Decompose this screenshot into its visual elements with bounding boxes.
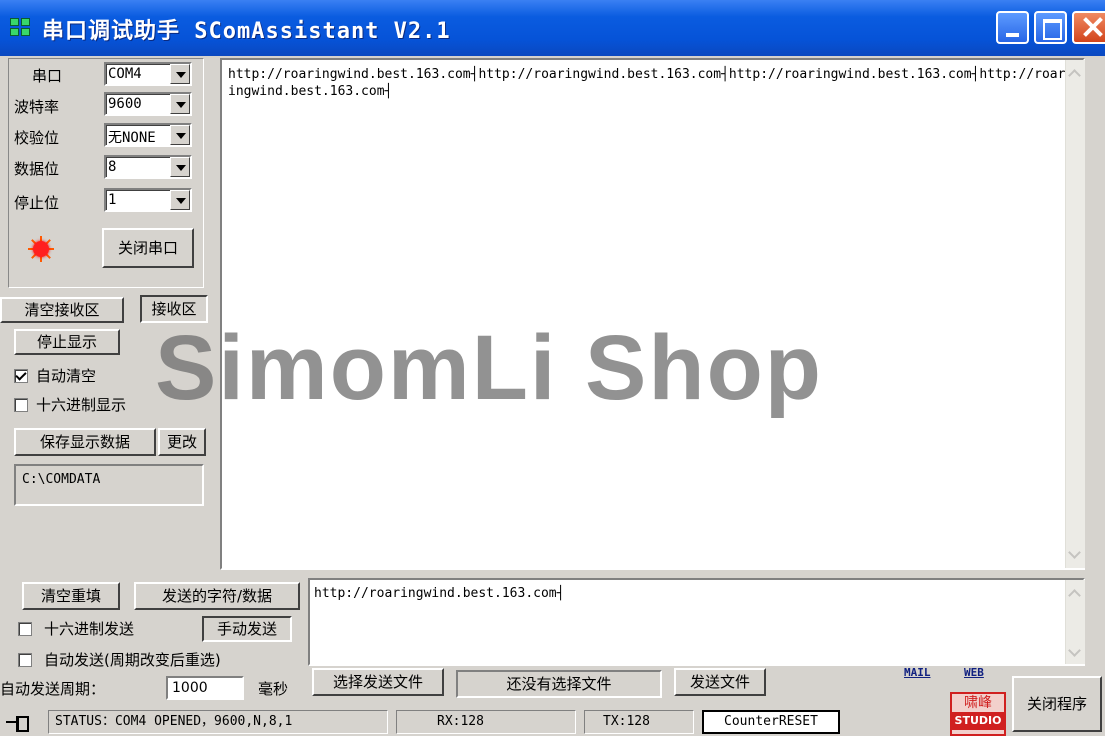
plug-icon [6, 716, 29, 732]
send-period-label: 自动发送周期： [0, 680, 106, 698]
baud-label: 波特率 [14, 98, 60, 116]
scroll-up-icon[interactable] [1068, 586, 1082, 600]
port-value: COM4 [108, 66, 142, 82]
send-file-button[interactable]: 发送文件 [674, 668, 766, 696]
receive-text: http://roaringwind.best.163.com┤http://r… [228, 67, 1066, 99]
save-path-value: C:\COMDATA [22, 472, 101, 487]
status-bar: STATUS：COM4 OPENED，9600,N,8,1 RX:128 TX:… [0, 708, 945, 736]
auto-clear-checkbox[interactable] [14, 369, 28, 383]
close-window-button[interactable] [1072, 11, 1105, 44]
auto-send-label: 自动发送(周期改变后重选) [44, 651, 221, 669]
stamp-line1: 啸峰 [964, 695, 992, 711]
save-display-data-button[interactable]: 保存显示数据 [14, 428, 156, 456]
receive-textarea[interactable]: http://roaringwind.best.163.com┤http://r… [220, 58, 1085, 570]
chevron-down-icon[interactable] [170, 94, 190, 114]
stop-display-button[interactable]: 停止显示 [14, 329, 120, 355]
window-title: 串口调试助手 SComAssistant V2.1 [42, 19, 451, 44]
hex-display-label: 十六进制显示 [36, 396, 127, 414]
file-status-field: 还没有选择文件 [456, 670, 662, 698]
stopbits-select[interactable]: 1 [104, 188, 192, 212]
select-send-file-button[interactable]: 选择发送文件 [312, 668, 444, 696]
send-chars-data-button[interactable]: 发送的字符/数据 [134, 582, 300, 610]
send-period-input[interactable]: 1000 [166, 676, 244, 700]
chevron-down-icon[interactable] [170, 157, 190, 177]
scroll-up-icon[interactable] [1068, 66, 1082, 80]
parity-select[interactable]: 无NONE [104, 123, 192, 147]
chevron-down-icon[interactable] [170, 64, 190, 84]
hex-send-checkbox[interactable] [18, 622, 32, 636]
receive-scrollbar[interactable] [1065, 60, 1085, 568]
parity-label: 校验位 [14, 129, 60, 147]
receive-area-button[interactable]: 接收区 [140, 295, 208, 323]
stopbits-value: 1 [108, 192, 117, 208]
clear-receive-button[interactable]: 清空接收区 [0, 297, 124, 323]
scroll-down-icon[interactable] [1068, 646, 1082, 660]
status-text: STATUS：COM4 OPENED，9600,N,8,1 [48, 710, 388, 734]
studio-logo[interactable]: 啸峰 STUDIO [950, 692, 1006, 736]
port-label: 串口 [32, 67, 63, 85]
title-bar[interactable]: 串口调试助手 SComAssistant V2.1 [0, 0, 1105, 56]
app-icon [10, 18, 32, 38]
baud-select[interactable]: 9600 [104, 92, 192, 116]
rx-counter: RX:128 [396, 710, 576, 734]
hex-send-label: 十六进制发送 [44, 620, 135, 638]
period-unit-label: 毫秒 [258, 680, 289, 698]
send-text: http://roaringwind.best.163.com┤ [314, 586, 565, 601]
exit-program-button[interactable]: 关闭程序 [1012, 676, 1102, 732]
databits-select[interactable]: 8 [104, 155, 192, 179]
send-scrollbar[interactable] [1065, 580, 1085, 664]
web-link[interactable]: WEB [964, 666, 984, 679]
databits-value: 8 [108, 159, 117, 175]
stamp-line2: STUDIO [952, 712, 1004, 730]
main-client-area: 串口 COM4 波特率 9600 校验位 无NONE 数据位 8 停止位 1 关… [0, 56, 1105, 736]
close-port-button[interactable]: 关闭串口 [102, 228, 194, 268]
parity-value: 无NONE [108, 130, 156, 146]
chevron-down-icon[interactable] [170, 125, 190, 145]
save-path-field: C:\COMDATA [14, 464, 204, 506]
clear-refill-button[interactable]: 清空重填 [22, 582, 120, 610]
mail-link[interactable]: MAIL [904, 666, 931, 679]
stopbits-label: 停止位 [14, 194, 60, 212]
baud-value: 9600 [108, 96, 142, 112]
minimize-button[interactable] [996, 11, 1029, 44]
port-select[interactable]: COM4 [104, 62, 192, 86]
maximize-button[interactable] [1034, 11, 1067, 44]
databits-label: 数据位 [14, 160, 60, 178]
send-textarea[interactable]: http://roaringwind.best.163.com┤ [308, 578, 1085, 666]
scroll-down-icon[interactable] [1068, 548, 1082, 562]
chevron-down-icon[interactable] [170, 190, 190, 210]
auto-clear-label: 自动清空 [36, 367, 97, 385]
change-path-button[interactable]: 更改 [158, 428, 206, 456]
port-status-led-icon [28, 236, 54, 262]
tx-counter: TX:128 [584, 710, 694, 734]
manual-send-button[interactable]: 手动发送 [202, 616, 292, 642]
counter-reset-button[interactable]: CounterRESET [702, 710, 840, 734]
hex-display-checkbox[interactable] [14, 398, 28, 412]
auto-send-checkbox[interactable] [18, 653, 32, 667]
